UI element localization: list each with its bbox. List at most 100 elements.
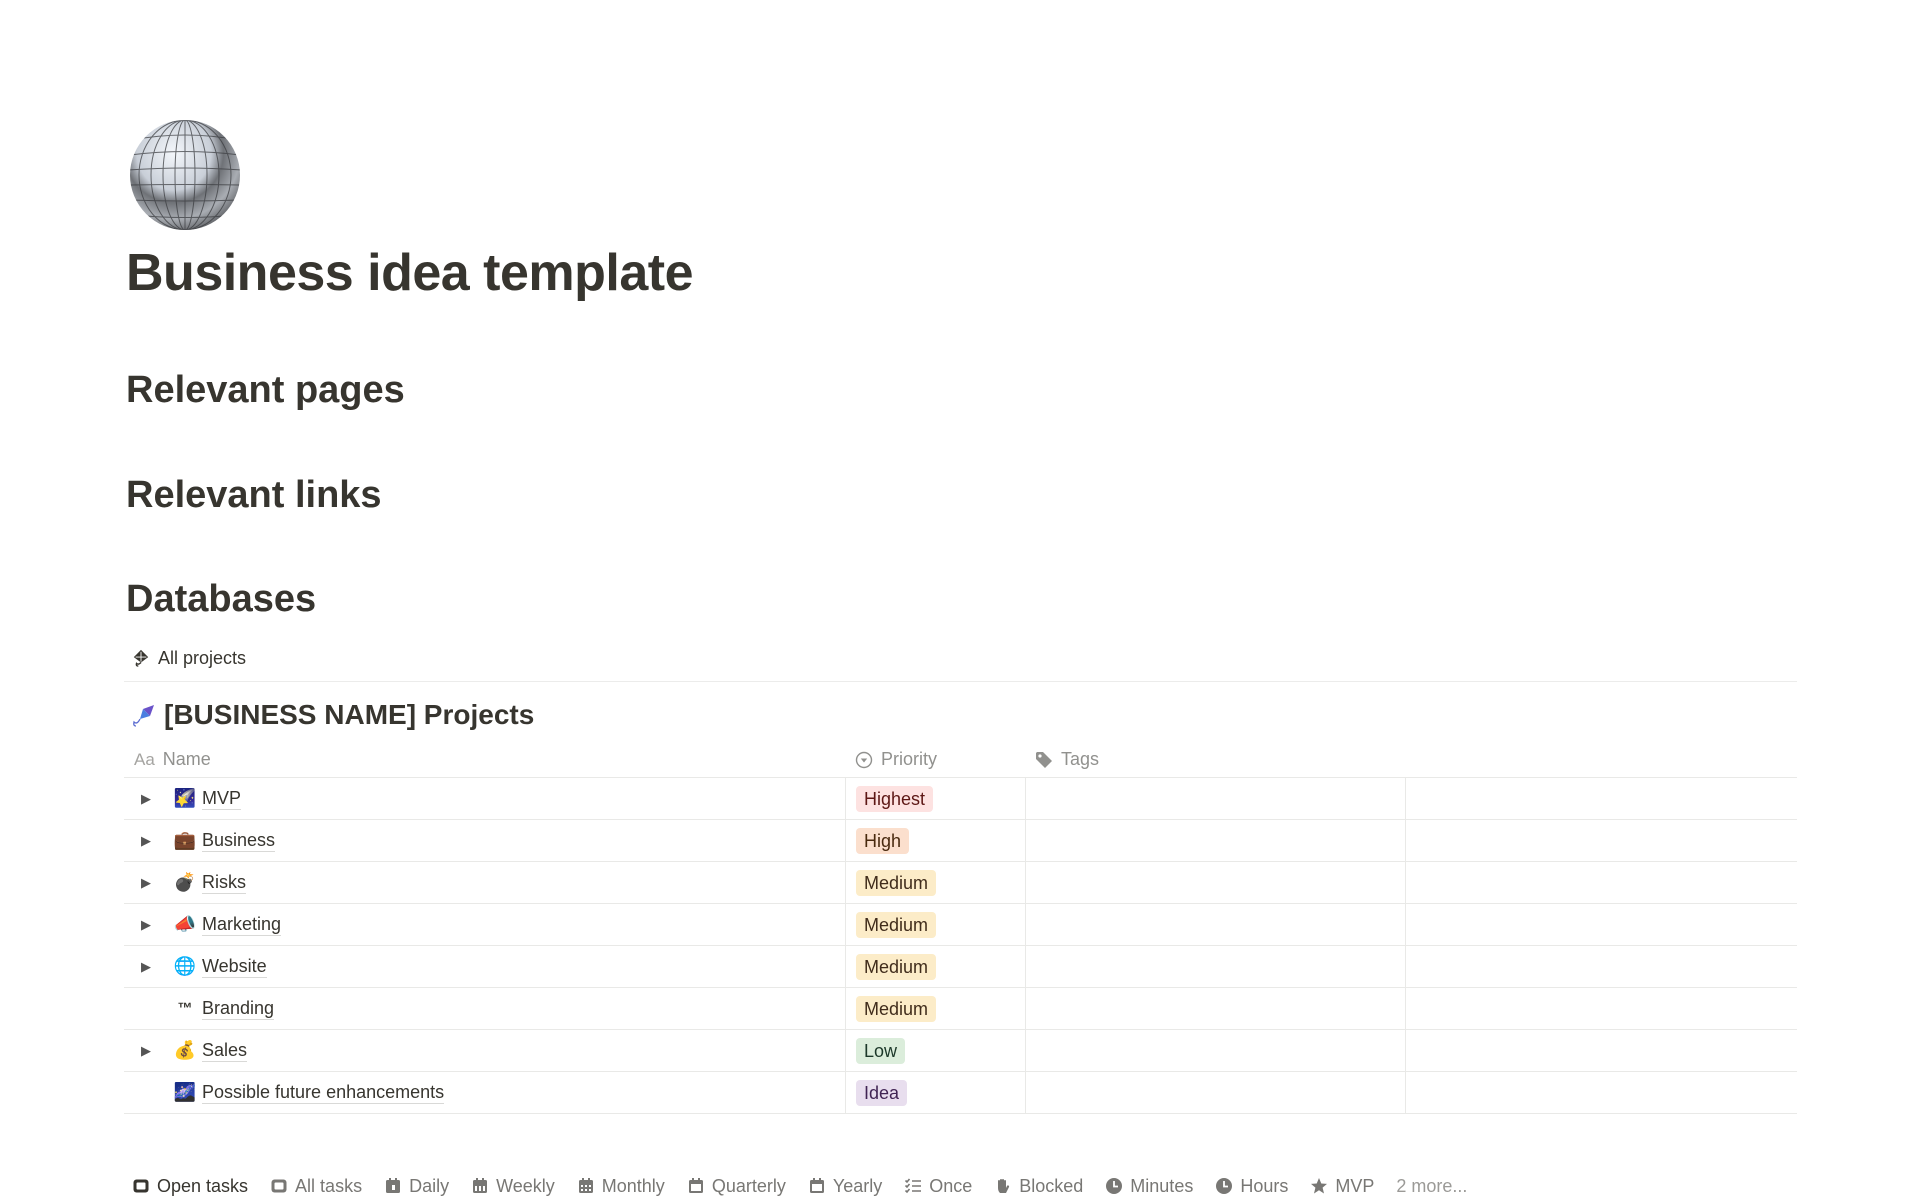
cell-tags[interactable] <box>1025 820 1405 861</box>
row-name[interactable]: Business <box>202 829 276 852</box>
toggle-triangle-icon[interactable]: ▶ <box>134 1039 158 1063</box>
table-row[interactable]: ▶ 🌠 MVP Highest <box>124 778 1797 820</box>
table-row[interactable]: ▶ 💣 Risks Medium <box>124 862 1797 904</box>
heading-relevant-links: Relevant links <box>126 474 382 516</box>
clock-icon <box>1105 1177 1123 1195</box>
cell-name[interactable]: ▶ 📣 Marketing <box>124 904 845 945</box>
cell-priority[interactable]: Highest <box>845 778 1025 819</box>
row-name[interactable]: Branding <box>202 997 275 1020</box>
cell-priority[interactable]: Low <box>845 1030 1025 1071</box>
page-title[interactable]: Business idea template <box>126 240 694 306</box>
cell-name[interactable]: ▶ 🌐 Website <box>124 946 845 987</box>
view-tab-hours[interactable]: Hours <box>1215 1176 1288 1197</box>
view-tab-label: Minutes <box>1130 1175 1194 1196</box>
column-header-tags[interactable]: Tags <box>1025 742 1405 777</box>
briefcase-icon: 💼 <box>173 830 197 850</box>
row-name[interactable]: Sales <box>202 1039 248 1062</box>
table-row[interactable]: ▶ ™ Branding Medium <box>124 988 1797 1030</box>
column-header-label: Tags <box>1061 749 1100 769</box>
globe-icon: 🌐 <box>173 956 197 976</box>
view-tab-blocked[interactable]: Blocked <box>994 1176 1083 1197</box>
cell-tags[interactable] <box>1025 904 1405 945</box>
calendar-week-icon <box>471 1177 489 1195</box>
cell-empty <box>1405 778 1797 819</box>
cell-empty <box>1405 988 1797 1029</box>
column-header-label: Priority <box>881 749 938 769</box>
row-name[interactable]: MVP <box>202 787 242 810</box>
table-row[interactable]: ▶ 🌐 Website Medium <box>124 946 1797 988</box>
view-tab-once[interactable]: Once <box>904 1176 972 1197</box>
cell-name[interactable]: ▶ 💼 Business <box>124 820 845 861</box>
table-row[interactable]: ▶ 💰 Sales Low <box>124 1030 1797 1072</box>
view-tab-yearly[interactable]: Yearly <box>808 1176 882 1197</box>
toggle-triangle-icon[interactable]: ▶ <box>134 871 158 895</box>
heading-databases: Databases <box>126 578 317 620</box>
cell-empty <box>1405 862 1797 903</box>
column-header-priority[interactable]: Priority <box>845 742 1025 777</box>
row-name[interactable]: Website <box>202 955 267 978</box>
bomb-icon: 💣 <box>173 872 197 892</box>
view-tab-weekly[interactable]: Weekly <box>471 1176 555 1197</box>
cell-tags[interactable] <box>1025 778 1405 819</box>
toggle-triangle-icon[interactable]: ▶ <box>134 787 158 811</box>
more-views-button[interactable]: 2 more... <box>1396 1176 1467 1197</box>
cell-tags[interactable] <box>1025 862 1405 903</box>
trademark-icon: ™ <box>177 1000 193 1017</box>
view-tab-daily[interactable]: Daily <box>384 1176 449 1197</box>
row-name[interactable]: Risks <box>202 871 246 894</box>
cell-priority[interactable]: Idea <box>845 1072 1025 1113</box>
cell-empty <box>1405 904 1797 945</box>
toggle-triangle-icon[interactable]: ▶ <box>134 913 158 937</box>
row-name[interactable]: Possible future enhancements <box>202 1081 445 1104</box>
cell-name[interactable]: ▶ 💣 Risks <box>124 862 845 903</box>
priority-badge: Medium <box>856 995 937 1022</box>
database-title-text: [BUSINESS NAME] Projects <box>164 699 535 730</box>
db-view-tab-all-projects[interactable]: All projects <box>132 644 246 672</box>
cell-priority[interactable]: High <box>845 820 1025 861</box>
money-bag-icon: 💰 <box>173 1040 197 1060</box>
priority-badge: Highest <box>856 785 934 812</box>
cell-priority[interactable]: Medium <box>845 904 1025 945</box>
priority-badge: Idea <box>856 1079 908 1106</box>
priority-badge: Medium <box>856 953 937 980</box>
view-tab-mvp[interactable]: MVP <box>1310 1176 1374 1197</box>
cell-name[interactable]: ▶ 🌌 Possible future enhancements <box>124 1072 845 1113</box>
view-tab-minutes[interactable]: Minutes <box>1105 1176 1193 1197</box>
row-name[interactable]: Marketing <box>202 913 282 936</box>
cell-priority[interactable]: Medium <box>845 946 1025 987</box>
db-view-tab-label: All projects <box>158 647 247 668</box>
toggle-triangle-icon[interactable]: ▶ <box>134 955 158 979</box>
tag-icon <box>1035 751 1053 769</box>
cell-tags[interactable] <box>1025 946 1405 987</box>
column-header-name[interactable]: Aa Name <box>124 742 845 777</box>
cell-empty <box>1405 946 1797 987</box>
table-row[interactable]: ▶ 📣 Marketing Medium <box>124 904 1797 946</box>
shooting-star-icon: 🌠 <box>173 788 197 808</box>
cell-name[interactable]: ▶ 🌠 MVP <box>124 778 845 819</box>
cell-name[interactable]: ▶ 💰 Sales <box>124 1030 845 1071</box>
view-tab-all-tasks[interactable]: All tasks <box>270 1176 362 1197</box>
table-row[interactable]: ▶ 🌌 Possible future enhancements Idea <box>124 1072 1797 1114</box>
view-tab-open-tasks[interactable]: Open tasks <box>132 1176 248 1197</box>
cell-tags[interactable] <box>1025 1072 1405 1113</box>
task-list-icon <box>270 1177 288 1195</box>
toggle-triangle-icon[interactable]: ▶ <box>134 829 158 853</box>
mirror-ball-icon[interactable] <box>128 118 242 232</box>
column-header-spacer <box>1405 742 1797 777</box>
database-title[interactable]: [BUSINESS NAME] Projects <box>132 697 534 733</box>
select-icon <box>855 751 873 769</box>
cell-priority[interactable]: Medium <box>845 988 1025 1029</box>
cell-tags[interactable] <box>1025 988 1405 1029</box>
view-tab-quarterly[interactable]: Quarterly <box>687 1176 786 1197</box>
cell-name[interactable]: ▶ ™ Branding <box>124 988 845 1029</box>
view-tab-monthly[interactable]: Monthly <box>577 1176 665 1197</box>
text-type-icon: Aa <box>134 749 155 769</box>
table-row[interactable]: ▶ 💼 Business High <box>124 820 1797 862</box>
table-header: Aa Name Priority Tags <box>124 742 1797 778</box>
cell-empty <box>1405 820 1797 861</box>
table-body: ▶ 🌠 MVP Highest ▶ 💼 Business High ▶ 💣 Ri… <box>124 778 1797 1114</box>
cell-priority[interactable]: Medium <box>845 862 1025 903</box>
view-tab-label: Hours <box>1240 1175 1289 1196</box>
view-tab-label: Monthly <box>601 1175 665 1196</box>
cell-tags[interactable] <box>1025 1030 1405 1071</box>
